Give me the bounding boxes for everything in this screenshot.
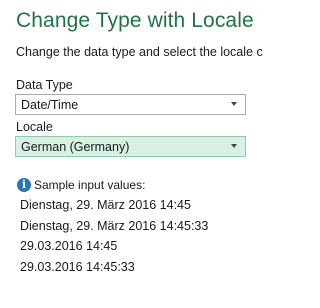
data-type-selected-value: Date/Time [21, 98, 79, 112]
dialog-description: Change the data type and select the loca… [16, 45, 263, 59]
sample-value: Dienstag, 29. März 2016 14:45:33 [20, 219, 209, 233]
chevron-down-icon [231, 144, 237, 148]
chevron-down-icon [231, 102, 237, 106]
sample-value: 29.03.2016 14:45 [20, 239, 118, 253]
sample-values-label: Sample input values: [34, 177, 146, 192]
locale-label: Locale [16, 120, 53, 134]
locale-selected-value: German (Germany) [21, 140, 130, 154]
data-type-dropdown[interactable]: Date/Time [15, 94, 246, 115]
dialog-title: Change Type with Locale [16, 9, 254, 32]
sample-values-header: i Sample input values: [17, 176, 145, 192]
sample-value: Dienstag, 29. März 2016 14:45 [20, 198, 191, 212]
sample-value: 29.03.2016 14:45:33 [20, 260, 135, 274]
change-type-with-locale-dialog: Change Type with Locale Change the data … [0, 0, 269, 308]
data-type-label: Data Type [16, 78, 73, 92]
info-icon: i [17, 177, 31, 192]
locale-dropdown[interactable]: German (Germany) [15, 136, 246, 157]
